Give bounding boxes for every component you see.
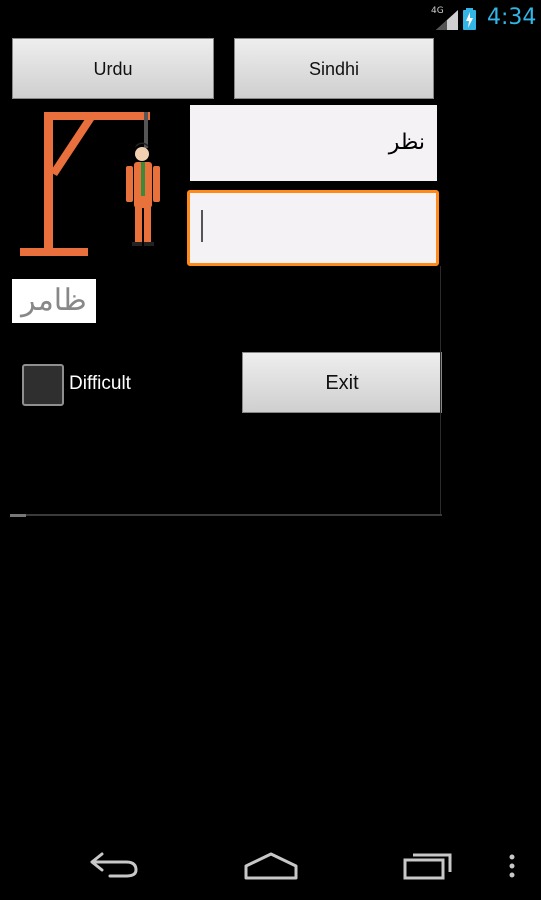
urdu-button[interactable]: Urdu bbox=[12, 38, 214, 99]
divider-vertical bbox=[440, 266, 441, 516]
guess-input[interactable] bbox=[187, 190, 439, 266]
hangman-image bbox=[20, 112, 160, 256]
exit-button[interactable]: Exit bbox=[242, 352, 442, 413]
text-cursor bbox=[201, 210, 203, 242]
sindhi-button[interactable]: Sindhi bbox=[234, 38, 434, 99]
overflow-menu-icon[interactable] bbox=[508, 854, 516, 878]
word-display: نظر bbox=[190, 105, 437, 181]
battery-icon bbox=[463, 8, 476, 30]
divider-horizontal bbox=[10, 514, 442, 516]
hint-tile: ظامر bbox=[12, 279, 96, 323]
recent-apps-icon[interactable] bbox=[403, 852, 453, 880]
status-bar: 4G 4:34 bbox=[0, 0, 541, 34]
difficult-checkbox[interactable] bbox=[22, 364, 64, 406]
divider-accent bbox=[10, 514, 26, 517]
signal-icon bbox=[436, 10, 458, 30]
navigation-bar bbox=[0, 820, 541, 900]
difficult-label[interactable]: Difficult bbox=[69, 373, 131, 395]
hanged-man-icon bbox=[126, 142, 160, 246]
back-icon[interactable] bbox=[88, 850, 140, 878]
home-icon[interactable] bbox=[244, 852, 298, 880]
clock: 4:34 bbox=[487, 5, 537, 30]
